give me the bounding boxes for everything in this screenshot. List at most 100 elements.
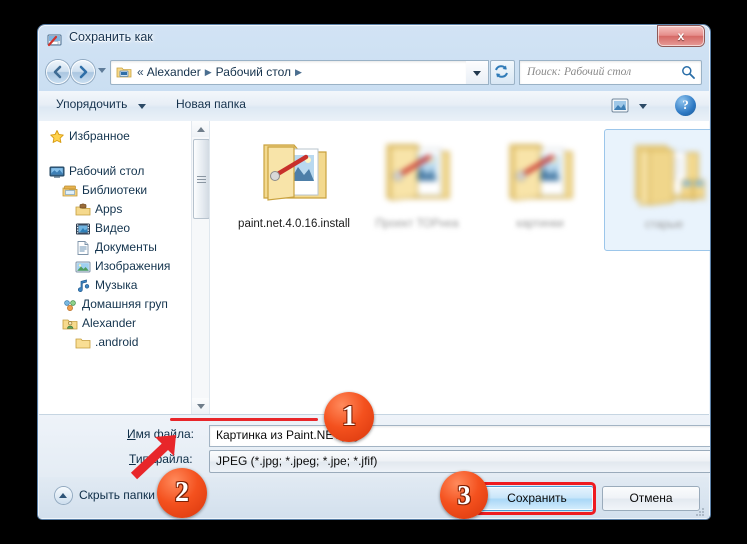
- help-label: ?: [682, 97, 689, 112]
- sidebar-item-2[interactable]: Библиотеки: [39, 181, 191, 200]
- homegroup-icon: [62, 297, 78, 313]
- file-label: картинки: [516, 218, 564, 230]
- new-folder-button[interactable]: Новая папка: [176, 97, 246, 111]
- desktop-icon: [49, 164, 65, 180]
- filetype-value: JPEG (*.jpg; *.jpeg; *.jpe; *.jfif): [216, 454, 378, 468]
- documents-icon: [75, 240, 91, 256]
- filename-highlight-underline: [170, 418, 318, 421]
- file-list-pane[interactable]: paint.net.4.0.16.install Проект ТОРнеа кар…: [210, 121, 710, 414]
- sidebar-item-label: Alexander: [82, 316, 137, 330]
- file-item[interactable]: старые: [604, 129, 710, 251]
- chevron-up-circle-icon[interactable]: [55, 487, 72, 504]
- address-dropdown-button[interactable]: [466, 60, 489, 85]
- sidebar-item-label: Документы: [95, 240, 157, 254]
- sidebar-item-4[interactable]: Видео: [39, 219, 191, 238]
- organize-button[interactable]: Упорядочить: [56, 97, 127, 111]
- filename-input[interactable]: Картинка из Paint.NET.jpg: [209, 425, 710, 447]
- user-folder-icon: [62, 316, 78, 332]
- breadcrumb: «Alexander ▶ Рабочий стол ▶: [137, 64, 306, 81]
- sidebar-item-1[interactable]: Рабочий стол: [39, 162, 191, 181]
- file-item[interactable]: paint.net.4.0.16.install: [235, 129, 353, 249]
- star-icon: [49, 129, 65, 145]
- search-input[interactable]: Поиск: Рабочий стол: [519, 60, 702, 85]
- annotation-marker-1: 1: [324, 392, 374, 442]
- pictures-icon: [75, 261, 91, 273]
- apps-folder-icon: [75, 202, 91, 218]
- change-view-button[interactable]: [608, 96, 632, 116]
- documents-icon: [77, 241, 89, 255]
- file-thumbnail: [246, 135, 342, 211]
- navigation-bar: «Alexander ▶ Рабочий стол ▶ Поиск: Рабочий …: [38, 55, 710, 91]
- file-label: старые: [644, 219, 684, 231]
- breadcrumb-item-0[interactable]: Alexander: [147, 65, 201, 79]
- pictures-icon: [75, 259, 91, 275]
- help-icon[interactable]: ?: [675, 95, 696, 116]
- video-icon: [76, 223, 90, 235]
- chevron-down-icon[interactable]: [138, 104, 146, 109]
- refresh-button[interactable]: [490, 60, 515, 85]
- sidebar-item-5[interactable]: Документы: [39, 238, 191, 257]
- view-layout-icon: [611, 98, 629, 113]
- back-button[interactable]: [46, 60, 70, 84]
- desktop-folder-icon: [116, 64, 132, 80]
- breadcrumb-overflow[interactable]: «: [137, 65, 144, 79]
- navigation-sidebar: Избранное Рабочий стол Библиотеки Apps Видео…: [39, 121, 210, 414]
- video-icon: [75, 221, 91, 237]
- desktop-icon: [49, 166, 65, 178]
- back-arrow-icon: [53, 65, 62, 79]
- folder-icon: [75, 338, 91, 349]
- sidebar-item-9[interactable]: Alexander: [39, 314, 191, 333]
- file-thumbnail: [616, 136, 710, 212]
- folder-picture-icon: [263, 144, 327, 201]
- search-placeholder: Поиск: Рабочий стол: [527, 66, 632, 78]
- breadcrumb-item-1[interactable]: Рабочий стол: [216, 65, 291, 79]
- save-as-icon: [47, 32, 63, 48]
- folder-documents-icon: [635, 145, 705, 206]
- title-bar: Сохранить как x: [38, 25, 710, 55]
- forward-arrow-icon: [79, 65, 88, 79]
- scroll-down-icon[interactable]: [192, 398, 209, 414]
- annotation-marker-1-number: 1: [342, 401, 356, 432]
- file-item[interactable]: картинки: [481, 129, 599, 249]
- resize-grip-icon[interactable]: [694, 504, 705, 516]
- cancel-button[interactable]: Отмена: [602, 486, 700, 511]
- annotation-marker-2-number: 2: [175, 477, 189, 508]
- music-icon: [75, 278, 91, 294]
- breadcrumb-separator-icon[interactable]: ▶: [205, 64, 212, 81]
- sidebar-item-6[interactable]: Изображения: [39, 257, 191, 276]
- sidebar-scrollbar[interactable]: [191, 121, 209, 414]
- sidebar-item-0[interactable]: Избранное: [39, 127, 191, 146]
- close-button[interactable]: x: [658, 26, 704, 46]
- file-label: paint.net.4.0.16.install: [238, 218, 350, 230]
- explorer-panes: Избранное Рабочий стол Библиотеки Apps Видео…: [39, 121, 710, 415]
- music-icon: [78, 279, 90, 293]
- file-item[interactable]: Проект ТОРнеа: [358, 129, 476, 249]
- dialog-footer: Скрыть папки Сохранить Отмена: [39, 477, 709, 518]
- annotation-marker-3-number: 3: [457, 479, 471, 510]
- sidebar-item-7[interactable]: Музыка: [39, 276, 191, 295]
- sidebar-item-10[interactable]: .android: [39, 333, 191, 352]
- command-bar: Упорядочить Новая папка ?: [39, 91, 709, 122]
- search-icon[interactable]: [681, 65, 695, 84]
- sidebar-item-label: Изображения: [95, 259, 171, 273]
- scroll-up-icon[interactable]: [192, 121, 209, 137]
- scrollbar-thumb[interactable]: [193, 139, 209, 219]
- refresh-icon: [495, 65, 508, 78]
- file-thumbnail: [492, 135, 588, 211]
- forward-button[interactable]: [71, 60, 95, 84]
- recent-locations-dropdown[interactable]: [98, 68, 106, 73]
- hide-folders-button[interactable]: Скрыть папки: [79, 488, 155, 502]
- star-icon: [50, 130, 64, 143]
- annotation-marker-3: 3: [440, 471, 488, 519]
- chevron-down-icon: [473, 71, 481, 76]
- breadcrumb-separator-icon[interactable]: ▶: [295, 64, 302, 81]
- file-label: Проект ТОРнеа: [375, 218, 459, 230]
- sidebar-item-3[interactable]: Apps: [39, 200, 191, 219]
- address-bar[interactable]: «Alexander ▶ Рабочий стол ▶: [110, 60, 468, 85]
- chevron-down-icon[interactable]: [639, 104, 647, 109]
- sidebar-item-8[interactable]: Домашняя груп: [39, 295, 191, 314]
- apps-folder-icon: [75, 203, 91, 216]
- libraries-icon: [62, 185, 78, 197]
- filetype-select[interactable]: JPEG (*.jpg; *.jpeg; *.jpe; *.jfif): [209, 450, 710, 473]
- annotation-marker-2: 2: [157, 468, 207, 518]
